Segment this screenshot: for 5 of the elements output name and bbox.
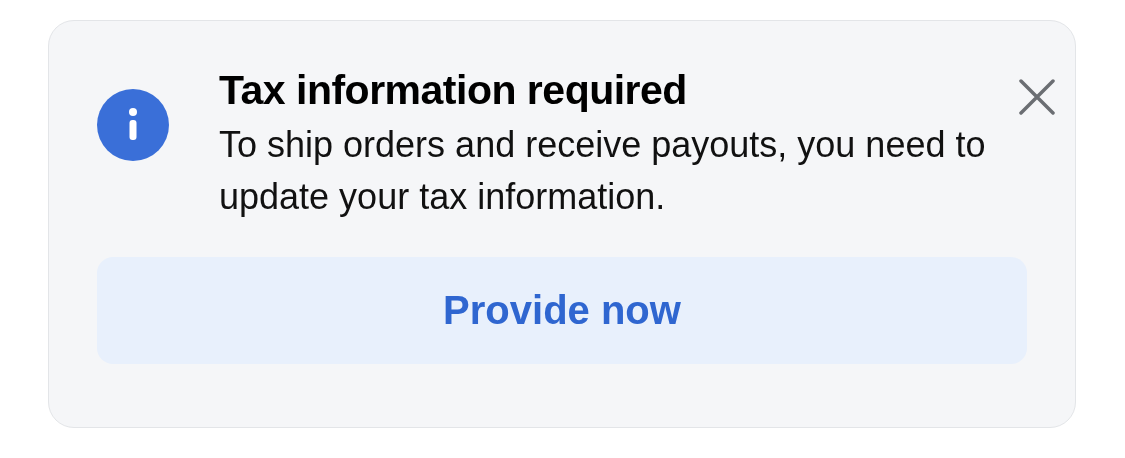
close-icon[interactable] (1019, 79, 1055, 115)
notice-message: To ship orders and receive payouts, you need to update your tax information. (219, 123, 987, 219)
notice-title: Tax information required (219, 67, 688, 113)
info-icon (97, 89, 169, 161)
provide-now-button[interactable]: Provide now (97, 257, 1027, 364)
